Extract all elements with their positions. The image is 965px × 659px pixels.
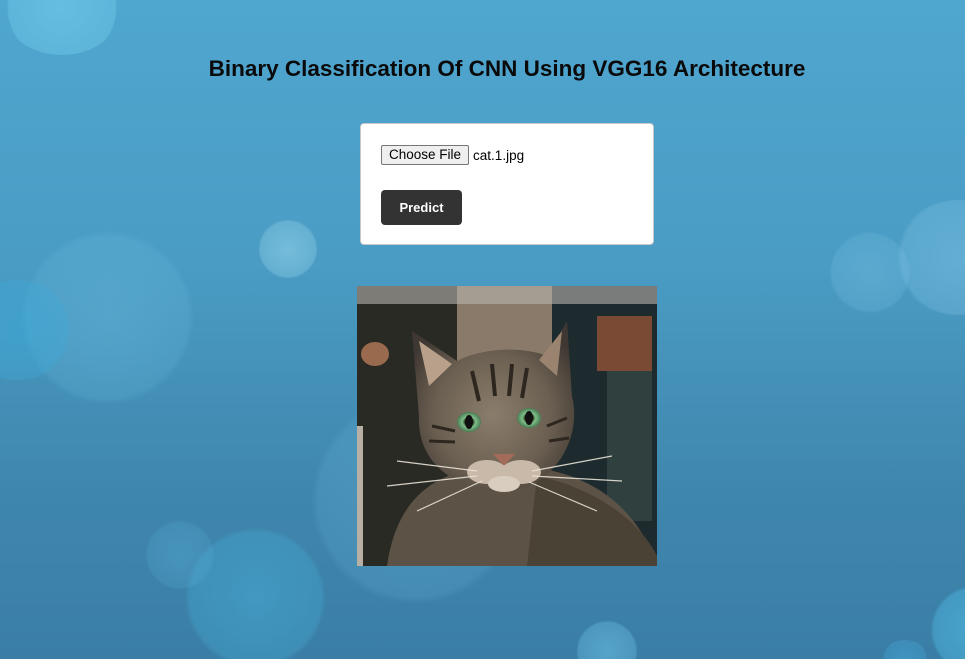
upload-form-card: Choose File cat.1.jpg Predict [360, 123, 654, 245]
choose-file-button[interactable]: Choose File [381, 145, 470, 165]
bokeh-decoration [893, 200, 965, 315]
bokeh-decoration [930, 585, 965, 659]
bokeh-decoration [576, 620, 638, 659]
bokeh-decoration [880, 640, 930, 659]
bokeh-decoration [0, 280, 75, 380]
bokeh-decoration [145, 520, 215, 590]
selected-file-name: cat.1.jpg [473, 147, 525, 163]
bokeh-decoration [258, 219, 318, 279]
bokeh-decoration [20, 230, 195, 405]
bokeh-decoration [830, 230, 910, 315]
cat-photo [357, 286, 657, 566]
uploaded-image-preview [357, 286, 657, 566]
predict-button[interactable]: Predict [381, 190, 462, 225]
page-background: Binary Classification Of CNN Using VGG16… [0, 0, 965, 659]
file-input[interactable]: Choose File cat.1.jpg [381, 145, 524, 165]
page-title: Binary Classification Of CNN Using VGG16… [208, 56, 806, 81]
bokeh-decoration [183, 528, 328, 659]
bokeh-decoration [2, 0, 122, 55]
